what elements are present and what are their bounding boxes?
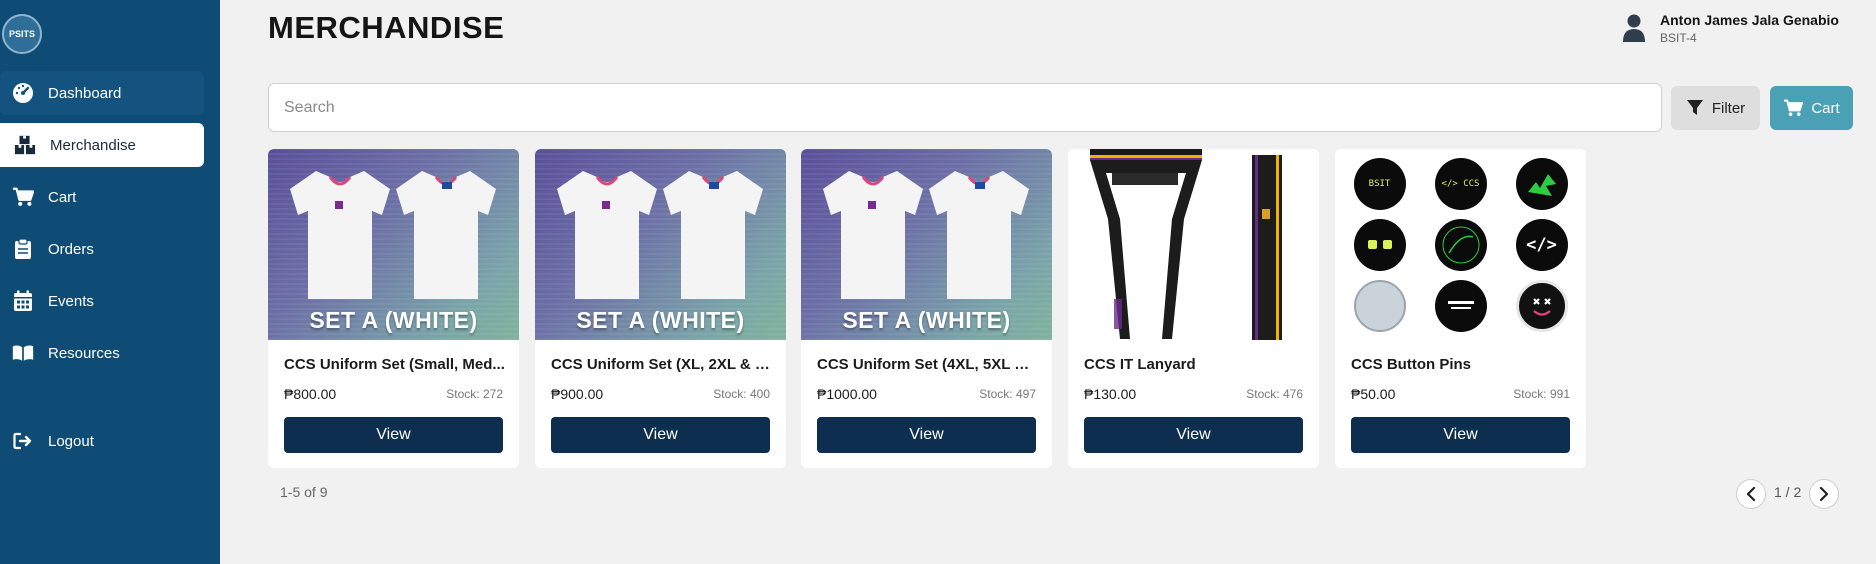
sidebar-item-label: Orders — [48, 240, 94, 258]
image-caption: SET A (WHITE) — [576, 307, 745, 333]
product-card[interactable]: SET A (WHITE) CCS Uniform Set (4XL, 5XL … — [801, 149, 1052, 468]
previous-page-button[interactable] — [1736, 479, 1766, 509]
product-price: ₱130.00 — [1084, 386, 1137, 402]
product-card[interactable]: CCS IT Lanyard ₱130.00 Stock: 476 View — [1068, 149, 1319, 468]
search-input[interactable] — [268, 83, 1662, 132]
pins-grid: BSIT </> CCS </> — [1339, 153, 1582, 336]
product-stock: Stock: 991 — [1513, 387, 1570, 401]
product-stock: Stock: 400 — [713, 387, 770, 401]
sidebar-item-label: Resources — [48, 344, 120, 362]
pin-text: </> — [1526, 234, 1557, 255]
view-button[interactable]: View — [817, 417, 1036, 453]
product-image-uniform[interactable]: SET A (WHITE) — [535, 149, 786, 340]
chevron-right-icon — [1819, 487, 1829, 501]
logout-button[interactable]: Logout — [0, 419, 94, 463]
cart-icon — [12, 186, 34, 208]
filter-icon — [1686, 100, 1703, 115]
pin-dragon — [1434, 218, 1487, 271]
product-title: CCS Button Pins — [1351, 356, 1471, 373]
pin-grey — [1353, 279, 1406, 332]
product-image-lanyard[interactable] — [1068, 149, 1319, 340]
cart-label: Cart — [1811, 99, 1840, 117]
pin-ccs: </> CCS — [1434, 157, 1487, 210]
sidebar-item-label: Merchandise — [50, 136, 136, 154]
book-icon — [12, 342, 34, 364]
pin-code: </> — [1515, 218, 1568, 271]
chevron-left-icon — [1746, 487, 1756, 501]
pin-smiley — [1515, 279, 1568, 332]
product-image-uniform[interactable]: SET A (WHITE) — [801, 149, 1052, 340]
results-range: 1-5 of 9 — [280, 484, 328, 500]
product-image-uniform[interactable]: SET A (WHITE) — [268, 149, 519, 340]
sidebar: PSITS Dashboard Merchandise Cart Orders … — [0, 0, 220, 564]
view-button[interactable]: View — [284, 417, 503, 453]
user-icon — [1622, 14, 1646, 44]
sidebar-item-dashboard[interactable]: Dashboard — [0, 71, 204, 115]
clipboard-icon — [12, 238, 34, 260]
view-button[interactable]: View — [551, 417, 770, 453]
product-card[interactable]: SET A (WHITE) CCS Uniform Set (Small, Me… — [268, 149, 519, 468]
pin-text-dark — [1434, 279, 1487, 332]
sidebar-item-cart[interactable]: Cart — [0, 175, 76, 219]
product-price: ₱50.00 — [1351, 386, 1396, 402]
product-image-pins[interactable]: BSIT </> CCS </> — [1335, 149, 1586, 340]
gauge-icon — [12, 82, 34, 104]
product-stock: Stock: 476 — [1246, 387, 1303, 401]
product-title: CCS Uniform Set (XL, 2XL & 3... — [551, 356, 773, 373]
page-indicator: 1 / 2 — [1774, 484, 1802, 500]
filter-button[interactable]: Filter — [1671, 86, 1760, 130]
view-button[interactable]: View — [1084, 417, 1303, 453]
view-button[interactable]: View — [1351, 417, 1570, 453]
pin-text: </> CCS — [1441, 178, 1480, 189]
pin-bsit: BSIT — [1353, 157, 1406, 210]
sidebar-item-events[interactable]: Events — [0, 279, 94, 323]
boxes-icon — [14, 134, 36, 156]
next-page-button[interactable] — [1809, 479, 1839, 509]
product-price: ₱1000.00 — [817, 386, 877, 402]
pin-eyes — [1353, 218, 1406, 271]
user-profile[interactable]: Anton James Jala Genabio BSIT-4 — [1622, 12, 1839, 45]
sidebar-item-label: Events — [48, 292, 94, 310]
product-card[interactable]: BSIT </> CCS </> CCS Button Pins ₱50.00 … — [1335, 149, 1586, 468]
product-stock: Stock: 497 — [979, 387, 1036, 401]
product-title: CCS Uniform Set (4XL, 5XL & ... — [817, 356, 1039, 373]
logout-label: Logout — [48, 432, 94, 450]
page-title: MERCHANDISE — [268, 10, 505, 45]
sidebar-item-orders[interactable]: Orders — [0, 227, 94, 271]
image-caption: SET A (WHITE) — [309, 307, 478, 333]
product-card[interactable]: SET A (WHITE) CCS Uniform Set (XL, 2XL &… — [535, 149, 786, 468]
image-caption: SET A (WHITE) — [842, 307, 1011, 333]
sidebar-item-resources[interactable]: Resources — [0, 331, 120, 375]
logo-text: PSITS — [8, 29, 35, 39]
sidebar-item-label: Dashboard — [48, 84, 122, 102]
user-name: Anton James Jala Genabio — [1660, 12, 1839, 28]
product-title: CCS IT Lanyard — [1084, 356, 1196, 373]
pin-text: BSIT — [1368, 178, 1391, 189]
calendar-icon — [12, 290, 34, 312]
sidebar-item-merchandise[interactable]: Merchandise — [0, 123, 204, 167]
filter-label: Filter — [1711, 99, 1746, 117]
product-price: ₱800.00 — [284, 386, 337, 402]
product-stock: Stock: 272 — [446, 387, 503, 401]
product-title: CCS Uniform Set (Small, Med... — [284, 356, 505, 373]
user-course: BSIT-4 — [1660, 31, 1697, 45]
logout-icon — [12, 430, 34, 452]
psits-logo[interactable]: PSITS — [2, 14, 42, 54]
pin-green-splash — [1515, 157, 1568, 210]
sidebar-item-label: Cart — [48, 188, 77, 206]
cart-button[interactable]: Cart — [1770, 86, 1853, 130]
cart-icon — [1784, 99, 1804, 116]
product-price: ₱900.00 — [551, 386, 604, 402]
